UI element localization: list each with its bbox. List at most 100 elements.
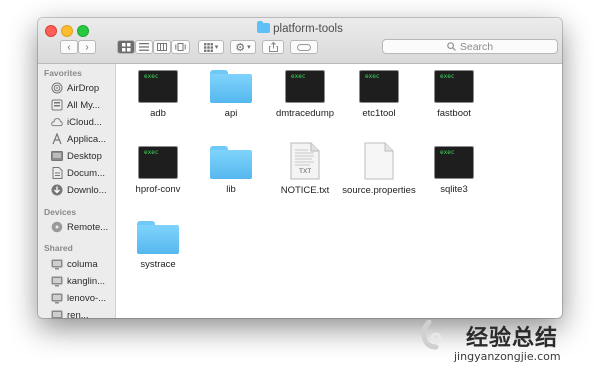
- watermark-logo-icon: [421, 320, 442, 350]
- sidebar-heading-shared: Shared: [44, 243, 73, 253]
- sidebar-item-applications[interactable]: Applica...: [51, 131, 114, 147]
- tag-icon: [297, 43, 311, 51]
- file-name: api: [224, 108, 238, 119]
- sidebar-item-remote-disc[interactable]: Remote...: [51, 219, 114, 235]
- file-name: adb: [150, 108, 166, 119]
- sidebar-item-label: lenovo-...: [67, 292, 107, 304]
- sidebar: Favorites AirDrop All My... iCloud... Ap…: [38, 64, 116, 318]
- sidebar-item-label: iCloud...: [67, 116, 102, 128]
- window-title: platform-tools: [38, 21, 562, 35]
- network-computer-icon: [51, 258, 63, 270]
- chevron-right-icon: ›: [85, 41, 89, 53]
- airdrop-icon: [51, 82, 63, 94]
- forward-button[interactable]: ›: [78, 40, 96, 54]
- file-name: hprof-conv: [135, 184, 181, 195]
- sidebar-item-icloud[interactable]: iCloud...: [51, 114, 114, 130]
- search-field[interactable]: Search: [382, 39, 558, 54]
- chevron-down-icon: ▾: [214, 44, 219, 51]
- documents-icon: [51, 167, 63, 179]
- share-icon: [268, 42, 278, 52]
- toolbar: platform-tools ‹ › ▾ ⚙ ▾ Search: [38, 18, 562, 64]
- file-item-systrace[interactable]: systrace: [116, 221, 200, 270]
- arrange-grid-icon: [203, 42, 213, 52]
- file-item-dmtracedump[interactable]: exec dmtracedump: [263, 70, 347, 119]
- share-button[interactable]: [262, 40, 284, 54]
- executable-icon: exec: [434, 70, 474, 103]
- executable-icon: exec: [138, 146, 178, 179]
- cover-flow-view-button[interactable]: [171, 40, 190, 54]
- sidebar-heading-devices: Devices: [44, 207, 77, 217]
- text-document-icon: TXT: [290, 142, 320, 180]
- sidebar-item-desktop[interactable]: Desktop: [51, 148, 114, 164]
- sidebar-item-all-my-files[interactable]: All My...: [51, 97, 114, 113]
- search-placeholder: Search: [459, 40, 494, 53]
- cover-flow-icon: [175, 43, 186, 51]
- folder-icon: [137, 221, 179, 254]
- folder-icon: [257, 21, 271, 33]
- list-view-icon: [139, 43, 149, 51]
- file-item-etc1tool[interactable]: exec etc1tool: [337, 70, 421, 119]
- chevron-left-icon: ‹: [67, 41, 71, 53]
- network-computer-icon: [51, 309, 63, 318]
- file-item-adb[interactable]: exec adb: [116, 70, 200, 119]
- watermark-url: jingyanzongjie.com: [454, 350, 561, 363]
- sidebar-item-shared-ren[interactable]: ren...: [51, 307, 114, 318]
- sidebar-item-label: Applica...: [67, 133, 107, 145]
- executable-icon: exec: [138, 70, 178, 103]
- file-item-sqlite3[interactable]: exec sqlite3: [412, 146, 496, 195]
- sidebar-item-label: Docum...: [67, 167, 106, 179]
- action-button[interactable]: ⚙ ▾: [230, 40, 256, 54]
- file-item-hprof-conv[interactable]: exec hprof-conv: [116, 146, 200, 195]
- executable-icon: exec: [359, 70, 399, 103]
- sidebar-item-downloads[interactable]: Downlo...: [51, 182, 114, 198]
- window-title-text: platform-tools: [273, 23, 343, 35]
- sidebar-item-label: kanglin...: [67, 275, 106, 287]
- column-view-button[interactable]: [153, 40, 171, 54]
- sidebar-heading-favorites: Favorites: [44, 68, 82, 78]
- desktop-icon: [51, 150, 63, 162]
- file-name: lib: [226, 184, 236, 195]
- sidebar-item-label: ren...: [67, 309, 89, 319]
- watermark-title: 经验总结: [466, 326, 559, 351]
- file-item-lib[interactable]: lib: [189, 146, 273, 195]
- document-icon: [364, 142, 394, 180]
- sidebar-item-label: Desktop: [67, 150, 102, 162]
- sidebar-item-documents[interactable]: Docum...: [51, 165, 114, 181]
- sidebar-item-label: All My...: [67, 99, 101, 111]
- sidebar-item-label: Downlo...: [67, 184, 107, 196]
- file-item-notice-txt[interactable]: TXT NOTICE.txt: [263, 142, 347, 196]
- sidebar-item-shared-kanglin[interactable]: kanglin...: [51, 273, 114, 289]
- sidebar-item-label: columa: [67, 258, 98, 270]
- file-name: sqlite3: [440, 184, 468, 195]
- file-name: etc1tool: [362, 108, 396, 119]
- network-computer-icon: [51, 275, 63, 287]
- arrange-button[interactable]: ▾: [198, 40, 224, 54]
- sidebar-item-label: AirDrop: [67, 82, 100, 94]
- file-name: fastboot: [437, 108, 471, 119]
- network-computer-icon: [51, 292, 63, 304]
- folder-icon: [210, 146, 252, 179]
- sidebar-item-label: Remote...: [67, 221, 109, 233]
- chevron-down-icon: ▾: [247, 44, 251, 51]
- executable-icon: exec: [285, 70, 325, 103]
- sidebar-item-airdrop[interactable]: AirDrop: [51, 80, 114, 96]
- file-name: NOTICE.txt: [280, 185, 330, 196]
- file-name: source.properties: [342, 185, 416, 196]
- file-item-fastboot[interactable]: exec fastboot: [412, 70, 496, 119]
- executable-icon: exec: [434, 146, 474, 179]
- file-item-api[interactable]: api: [189, 70, 273, 119]
- watermark: 经验总结 jingyanzongjie.com: [418, 318, 598, 372]
- file-item-source-properties[interactable]: source.properties: [337, 142, 421, 196]
- column-view-icon: [157, 43, 167, 51]
- tags-button[interactable]: [290, 40, 318, 54]
- icon-view-button[interactable]: [117, 40, 135, 54]
- remote-disc-icon: [51, 221, 63, 233]
- sidebar-item-shared-lenovo[interactable]: lenovo-...: [51, 290, 114, 306]
- search-icon: [447, 42, 456, 51]
- back-button[interactable]: ‹: [60, 40, 78, 54]
- list-view-button[interactable]: [135, 40, 153, 54]
- sidebar-item-shared-columa[interactable]: columa: [51, 256, 114, 272]
- finder-window: platform-tools ‹ › ▾ ⚙ ▾ Search Favorite…: [38, 18, 562, 318]
- icloud-icon: [51, 116, 63, 128]
- downloads-icon: [51, 184, 63, 196]
